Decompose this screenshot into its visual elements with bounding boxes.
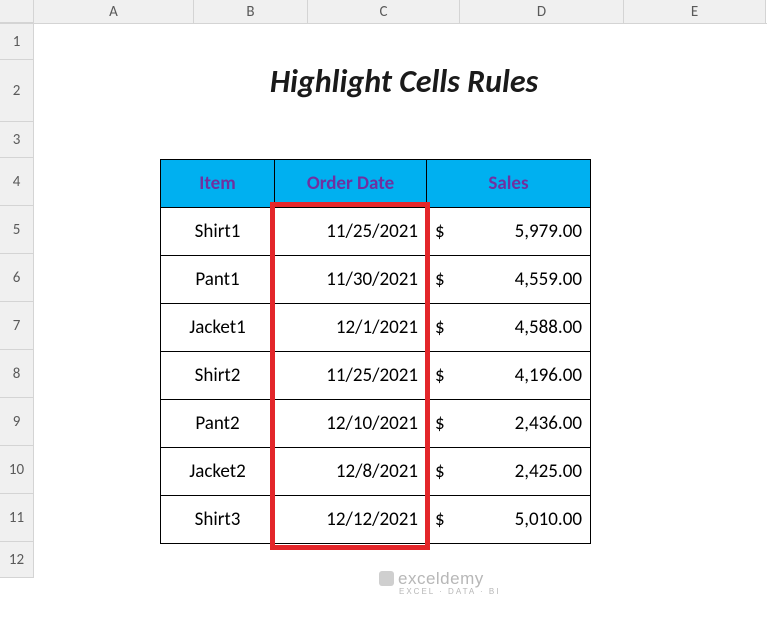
table-row: Jacket2 12/8/2021 $2,425.00 (161, 448, 591, 496)
row-header-7[interactable]: 7 (0, 302, 34, 350)
row-header-1[interactable]: 1 (0, 24, 34, 60)
data-table: Item Order Date Sales Shirt1 11/25/2021 … (160, 159, 591, 544)
row-header-8[interactable]: 8 (0, 350, 34, 398)
row-header-column: 1 2 3 4 5 6 7 8 9 10 11 12 (0, 24, 34, 578)
row-header-2[interactable]: 2 (0, 60, 34, 122)
sales-value: 4,559.00 (515, 268, 582, 291)
header-item[interactable]: Item (161, 160, 275, 208)
watermark: exceldemy EXCEL · DATA · BI (379, 569, 500, 596)
currency-symbol: $ (435, 364, 445, 387)
col-header-B[interactable]: B (194, 0, 308, 23)
cell-sales[interactable]: $4,559.00 (427, 256, 591, 304)
page-title: Highlight Cells Rules (159, 62, 649, 101)
row-header-10[interactable]: 10 (0, 446, 34, 494)
cell-sales[interactable]: $4,588.00 (427, 304, 591, 352)
select-all-corner[interactable] (0, 0, 34, 23)
row-header-9[interactable]: 9 (0, 398, 34, 446)
cell-date[interactable]: 11/25/2021 (275, 352, 427, 400)
cell-sales[interactable]: $4,196.00 (427, 352, 591, 400)
cell-item[interactable]: Pant1 (161, 256, 275, 304)
cell-item[interactable]: Shirt1 (161, 208, 275, 256)
sales-value: 4,196.00 (515, 364, 582, 387)
table-row: Shirt3 12/12/2021 $5,010.00 (161, 496, 591, 544)
cell-item[interactable]: Jacket2 (161, 448, 275, 496)
row-header-4[interactable]: 4 (0, 158, 34, 206)
row-header-6[interactable]: 6 (0, 254, 34, 302)
table-row: Shirt2 11/25/2021 $4,196.00 (161, 352, 591, 400)
col-header-A[interactable]: A (34, 0, 194, 23)
cell-date[interactable]: 12/1/2021 (275, 304, 427, 352)
cell-item[interactable]: Jacket1 (161, 304, 275, 352)
col-header-D[interactable]: D (460, 0, 624, 23)
cells-area[interactable]: Highlight Cells Rules Item Order Date Sa… (34, 24, 767, 578)
sales-value: 2,436.00 (515, 412, 582, 435)
cell-item[interactable]: Shirt3 (161, 496, 275, 544)
sales-value: 5,979.00 (515, 220, 582, 243)
cell-sales[interactable]: $5,010.00 (427, 496, 591, 544)
sales-value: 2,425.00 (515, 460, 582, 483)
cell-date[interactable]: 12/10/2021 (275, 400, 427, 448)
watermark-icon (379, 571, 394, 586)
col-header-E[interactable]: E (624, 0, 766, 23)
column-header-row: A B C D E (0, 0, 767, 24)
currency-symbol: $ (435, 316, 445, 339)
table-row: Pant2 12/10/2021 $2,436.00 (161, 400, 591, 448)
row-header-12[interactable]: 12 (0, 542, 34, 578)
cell-date[interactable]: 11/25/2021 (275, 208, 427, 256)
currency-symbol: $ (435, 460, 445, 483)
cell-date[interactable]: 12/12/2021 (275, 496, 427, 544)
currency-symbol: $ (435, 220, 445, 243)
cell-item[interactable]: Shirt2 (161, 352, 275, 400)
watermark-subtext: EXCEL · DATA · BI (399, 587, 500, 596)
currency-symbol: $ (435, 268, 445, 291)
cell-item[interactable]: Pant2 (161, 400, 275, 448)
cell-sales[interactable]: $2,425.00 (427, 448, 591, 496)
cell-sales[interactable]: $2,436.00 (427, 400, 591, 448)
cell-date[interactable]: 11/30/2021 (275, 256, 427, 304)
row-header-3[interactable]: 3 (0, 122, 34, 158)
row-header-5[interactable]: 5 (0, 206, 34, 254)
header-sales[interactable]: Sales (427, 160, 591, 208)
table-row: Jacket1 12/1/2021 $4,588.00 (161, 304, 591, 352)
table-row: Shirt1 11/25/2021 $5,979.00 (161, 208, 591, 256)
col-header-C[interactable]: C (308, 0, 460, 23)
currency-symbol: $ (435, 412, 445, 435)
table-row: Pant1 11/30/2021 $4,559.00 (161, 256, 591, 304)
sales-value: 4,588.00 (515, 316, 582, 339)
watermark-text: exceldemy (398, 569, 484, 588)
row-header-11[interactable]: 11 (0, 494, 34, 542)
header-order-date[interactable]: Order Date (275, 160, 427, 208)
currency-symbol: $ (435, 508, 445, 531)
sales-value: 5,010.00 (515, 508, 582, 531)
cell-sales[interactable]: $5,979.00 (427, 208, 591, 256)
cell-date[interactable]: 12/8/2021 (275, 448, 427, 496)
table-header-row: Item Order Date Sales (161, 160, 591, 208)
spreadsheet-grid: A B C D E 1 2 3 4 5 6 7 8 9 10 11 12 Hig… (0, 0, 767, 619)
